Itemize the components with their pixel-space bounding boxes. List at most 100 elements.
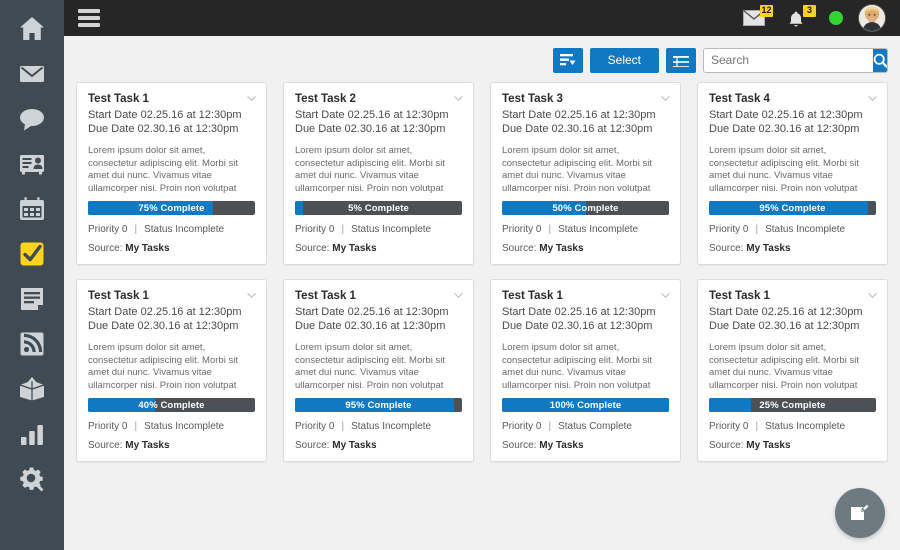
task-progress-label: 95% Complete	[345, 399, 412, 411]
app-root: 12 3 Select Search Test Task 1 Start Dat…	[0, 0, 900, 550]
home-icon	[20, 16, 44, 40]
sidebar-item-calendar[interactable]	[0, 186, 64, 231]
task-progress-label: 100% Complete	[549, 399, 622, 411]
task-card[interactable]: Test Task 1 Start Date 02.25.16 at 12:30p…	[76, 82, 267, 265]
sidebar-item-tasks[interactable]	[0, 231, 64, 276]
avatar[interactable]	[858, 4, 886, 32]
task-priority: Priority 0	[295, 421, 335, 432]
chart-icon	[21, 424, 43, 445]
chevron-down-icon[interactable]	[247, 94, 256, 103]
task-due-date: Due Date 02.30.16 at 12:30pm	[88, 123, 239, 135]
meta-separator: |	[341, 421, 345, 432]
check-icon	[20, 242, 44, 265]
task-title: Test Task 1	[709, 290, 770, 302]
task-card[interactable]: Test Task 1 Start Date 02.25.16 at 12:30p…	[697, 279, 888, 462]
top-bar: 12 3	[64, 0, 900, 36]
task-source-value: My Tasks	[332, 243, 377, 254]
task-card[interactable]: Test Task 1 Start Date 02.25.16 at 12:30p…	[490, 279, 681, 462]
avatar-image	[859, 5, 885, 31]
task-description: Lorem ipsum dolor sit amet, consectetur …	[709, 342, 859, 391]
status-dot[interactable]	[829, 11, 843, 25]
select-button[interactable]: Select	[589, 47, 659, 73]
task-due-date: Due Date 02.30.16 at 12:30pm	[295, 123, 446, 135]
mail-icon	[20, 65, 44, 82]
meta-separator: |	[134, 421, 138, 432]
task-progress-label: 25% Complete	[759, 399, 826, 411]
sort-filter-button[interactable]	[552, 47, 583, 73]
task-source-value: My Tasks	[539, 243, 584, 254]
task-source: Source: My Tasks	[502, 243, 669, 254]
task-source: Source: My Tasks	[295, 440, 462, 451]
task-description: Lorem ipsum dolor sit amet, consectetur …	[709, 145, 859, 194]
rss-icon	[20, 332, 44, 355]
task-card[interactable]: Test Task 1 Start Date 02.25.16 at 12:30p…	[283, 279, 474, 462]
task-source-value: My Tasks	[125, 440, 170, 451]
task-source: Source: My Tasks	[502, 440, 669, 451]
sidebar-item-reports[interactable]	[0, 411, 64, 456]
task-source: Source: My Tasks	[295, 243, 462, 254]
task-status: Status Incomplete	[558, 224, 639, 235]
chevron-down-icon[interactable]	[661, 291, 670, 300]
chat-icon	[20, 108, 44, 130]
task-due-date: Due Date 02.30.16 at 12:30pm	[502, 320, 653, 332]
sidebar-item-contacts[interactable]	[0, 141, 64, 186]
task-source-value: My Tasks	[746, 243, 791, 254]
task-progress-label: 95% Complete	[759, 202, 826, 214]
task-title: Test Task 1	[502, 290, 563, 302]
task-meta: Priority 0 | Status Incomplete	[295, 224, 462, 235]
task-priority: Priority 0	[88, 421, 128, 432]
task-progress-label: 75% Complete	[138, 202, 205, 214]
sidebar-item-archive[interactable]	[0, 366, 64, 411]
task-meta: Priority 0 | Status Incomplete	[88, 224, 255, 235]
task-progress-bar: 40% Complete	[88, 398, 255, 412]
task-progress-bar: 25% Complete	[709, 398, 876, 412]
new-task-fab[interactable]	[835, 488, 885, 538]
sidebar-item-settings[interactable]	[0, 456, 64, 501]
chevron-down-icon[interactable]	[454, 291, 463, 300]
list-view-button[interactable]	[666, 47, 696, 73]
task-progress-label: 5% Complete	[348, 202, 409, 214]
toolbar: Select	[76, 36, 888, 76]
task-progress-bar: 100% Complete	[502, 398, 669, 412]
sidebar-item-notes[interactable]	[0, 276, 64, 321]
notifications-button[interactable]: 3	[786, 5, 816, 30]
meta-separator: |	[134, 224, 138, 235]
search-button[interactable]	[873, 48, 887, 72]
meta-separator: |	[755, 421, 759, 432]
chevron-down-icon[interactable]	[868, 291, 877, 300]
hamburger-bar	[78, 16, 100, 20]
task-priority: Priority 0	[295, 224, 335, 235]
chevron-down-icon[interactable]	[868, 94, 877, 103]
task-status: Status Incomplete	[144, 421, 225, 432]
document-icon	[21, 287, 43, 310]
sidebar-item-chat[interactable]	[0, 96, 64, 141]
gear-icon	[20, 466, 44, 491]
meta-separator: |	[548, 421, 552, 432]
mail-badge: 12	[760, 5, 773, 17]
hamburger-icon[interactable]	[78, 6, 100, 30]
sidebar-item-feeds[interactable]	[0, 321, 64, 366]
task-start-date: Start Date 02.25.16 at 12:30pm	[88, 306, 242, 318]
task-start-date: Start Date 02.25.16 at 12:30pm	[709, 306, 863, 318]
task-card-grid: Test Task 1 Start Date 02.25.16 at 12:30p…	[76, 82, 888, 462]
task-card[interactable]: Test Task 3 Start Date 02.25.16 at 12:30p…	[490, 82, 681, 265]
task-source: Source: My Tasks	[709, 243, 876, 254]
chevron-down-icon[interactable]	[247, 291, 256, 300]
hamburger-bar	[78, 23, 100, 27]
task-card[interactable]: Test Task 1 Start Date 02.25.16 at 12:30p…	[76, 279, 267, 462]
task-card[interactable]: Test Task 2 Start Date 02.25.16 at 12:30p…	[283, 82, 474, 265]
content-area: Select Search Test Task 1 Start Date 02.…	[64, 36, 900, 550]
task-description: Lorem ipsum dolor sit amet, consectetur …	[502, 342, 652, 391]
task-meta: Priority 0 | Status Incomplete	[295, 421, 462, 432]
task-source: Source: My Tasks	[709, 440, 876, 451]
task-progress-bar: 50% Complete	[502, 201, 669, 215]
task-status: Status Complete	[558, 421, 632, 432]
sidebar-item-home[interactable]	[0, 6, 64, 51]
search-input[interactable]	[704, 48, 873, 72]
task-source-value: My Tasks	[539, 440, 584, 451]
sidebar-item-mail[interactable]	[0, 51, 64, 96]
task-card[interactable]: Test Task 4 Start Date 02.25.16 at 12:30p…	[697, 82, 888, 265]
chevron-down-icon[interactable]	[454, 94, 463, 103]
mail-button[interactable]: 12	[743, 5, 773, 30]
chevron-down-icon[interactable]	[661, 94, 670, 103]
